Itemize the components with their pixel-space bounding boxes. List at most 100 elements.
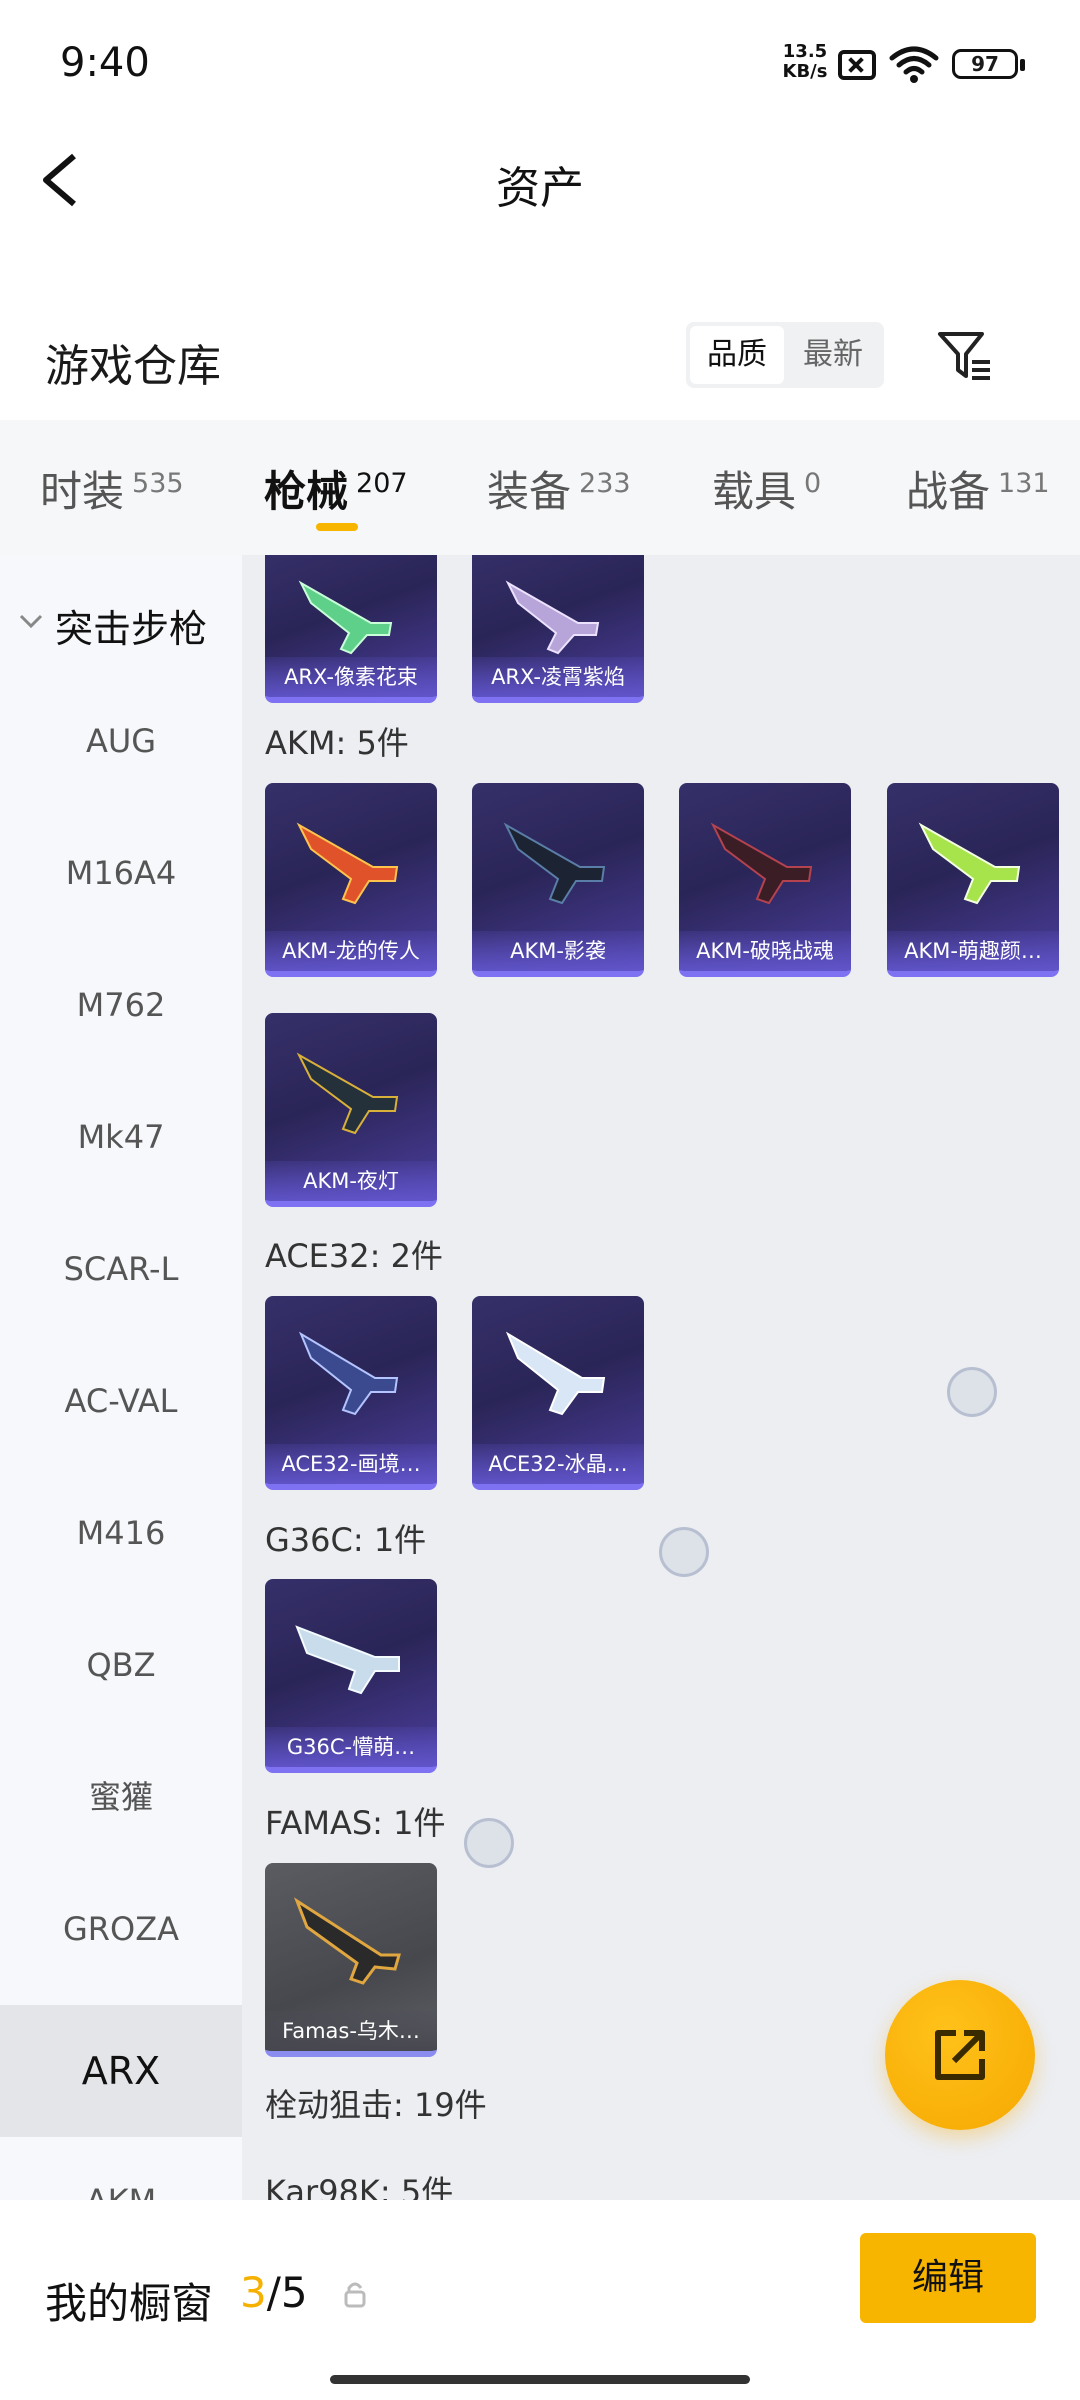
active-tab-indicator [316, 523, 358, 531]
sidebar-item-aug[interactable]: AUG [0, 675, 242, 807]
skin-card[interactable]: AKM-龙的传人 [265, 783, 437, 977]
tab-label: 载具 [712, 467, 797, 516]
tab-label: 时装 [40, 467, 125, 516]
rifle-skin-icon [710, 822, 813, 905]
skin-card-name: AKM-夜灯 [265, 1161, 437, 1201]
rifle-skin-icon [505, 1331, 606, 1416]
section-title-famas: FAMAS: 1件 [265, 1804, 446, 1842]
skin-card[interactable]: AKM-萌趣颜… [887, 783, 1059, 977]
showcase-current: 3 [240, 2268, 267, 2317]
status-time: 9:40 [60, 40, 150, 86]
skin-card[interactable]: ACE32-画境… [265, 1296, 437, 1490]
skin-card-name: ARX-凌霄紫焰 [472, 657, 644, 697]
battery-indicator: 97 [952, 49, 1025, 79]
sidebar-item-ac-val[interactable]: AC-VAL [0, 1335, 242, 1467]
sidebar-group-header[interactable]: 突击步枪 [0, 590, 242, 660]
sort-toggle: 品质 最新 [686, 322, 884, 388]
skin-card[interactable]: AKM-影袭 [472, 783, 644, 977]
rifle-skin-icon [918, 822, 1021, 905]
tab-label: 战备 [906, 467, 991, 516]
lock-icon [344, 2282, 366, 2308]
tab-count: 0 [804, 468, 822, 499]
touch-indicator [659, 1527, 709, 1577]
sidebar-item-mk47[interactable]: Mk47 [0, 1071, 242, 1203]
tab-label: 装备 [487, 467, 572, 516]
skin-card[interactable]: ARX-凌霄紫焰 [472, 555, 644, 703]
sidebar-item-m416[interactable]: M416 [0, 1467, 242, 1599]
warehouse-title: 游戏仓库 [45, 341, 221, 392]
page-title: 资产 [496, 163, 584, 214]
section-title-akm: AKM: 5件 [265, 724, 409, 762]
skin-card-name: AKM-龙的传人 [265, 931, 437, 971]
skin-card[interactable]: Famas-乌木… [265, 1863, 437, 2057]
share-fab-button[interactable] [885, 1980, 1035, 2130]
showcase-bar: 我的橱窗 3/5 编辑 [0, 2200, 1080, 2400]
tab-count: 233 [579, 468, 631, 499]
filter-icon[interactable] [930, 320, 1000, 390]
skin-card-name: Famas-乌木… [265, 2011, 437, 2051]
skin-card-name: ARX-像素花束 [265, 657, 437, 697]
network-speed-unit: KB/s [782, 61, 828, 82]
skin-card-name: AKM-影袭 [472, 931, 644, 971]
section-title-kar98k: Kar98K: 5件 [265, 2173, 454, 2200]
skin-card-name: G36C-懵萌… [265, 1727, 437, 1767]
skin-card[interactable]: ACE32-冰晶… [472, 1296, 644, 1490]
sidebar-group-label: 突击步枪 [55, 607, 208, 651]
tab-label: 枪械 [264, 467, 349, 516]
rifle-skin-icon [298, 1331, 399, 1416]
sidebar-item-m762[interactable]: M762 [0, 939, 242, 1071]
skin-card[interactable]: G36C-懵萌… [265, 1579, 437, 1773]
tab-supplies[interactable]: 战备 131 [906, 458, 1050, 528]
weapon-sidebar: 突击步枪 AUG M16A4 M762 Mk47 SCAR-L AC-VAL M… [0, 555, 242, 2200]
warehouse-bar: 游戏仓库 品质 最新 [0, 300, 1080, 420]
skin-card-name: AKM-萌趣颜… [887, 931, 1059, 971]
skin-card[interactable]: AKM-夜灯 [265, 1013, 437, 1207]
skin-card-name: ACE32-冰晶… [472, 1444, 644, 1484]
showcase-count: 3/5 [240, 2268, 308, 2317]
skin-card-name: AKM-破晓战魂 [679, 931, 851, 971]
share-icon [935, 2030, 985, 2080]
network-speed: 13.5 KB/s [775, 42, 835, 82]
rifle-skin-icon [298, 580, 393, 655]
rifle-skin-icon [296, 822, 399, 905]
showcase-total: /5 [266, 2268, 308, 2317]
tab-guns[interactable]: 枪械 207 [264, 458, 408, 528]
rifle-skin-icon [503, 822, 606, 905]
tab-count: 131 [998, 468, 1050, 499]
rifle-skin-icon [293, 1897, 401, 1985]
chevron-down-icon [19, 614, 43, 629]
edit-button[interactable]: 编辑 [860, 2233, 1036, 2323]
rifle-skin-icon [296, 1052, 399, 1135]
top-header: 资产 [0, 130, 1080, 230]
sort-newest-option[interactable]: 最新 [786, 326, 880, 384]
showcase-label: 我的橱窗 [45, 2279, 214, 2328]
section-title-sniper: 栓动狙击: 19件 [265, 2086, 487, 2124]
app-screen: 9:40 13.5 KB/s 97 资产 游戏仓库 品质 最新 时装 535 枪… [0, 0, 1080, 2400]
sidebar-item-honey-badger[interactable]: 蜜獾 [0, 1731, 242, 1863]
section-title-ace32: ACE32: 2件 [265, 1237, 443, 1275]
home-indicator [330, 2375, 750, 2384]
category-tabs: 时装 535 枪械 207 装备 233 载具 0 战备 131 [0, 420, 1080, 555]
touch-indicator [464, 1818, 514, 1868]
sidebar-item-qbz[interactable]: QBZ [0, 1599, 242, 1731]
sidebar-item-m16a4[interactable]: M16A4 [0, 807, 242, 939]
sidebar-item-scar-l[interactable]: SCAR-L [0, 1203, 242, 1335]
rifle-skin-icon [505, 580, 600, 655]
network-speed-value: 13.5 [782, 41, 828, 62]
skin-card[interactable]: AKM-破晓战魂 [679, 783, 851, 977]
touch-indicator [947, 1367, 997, 1417]
tab-equipment[interactable]: 装备 233 [487, 458, 631, 528]
status-bar: 9:40 13.5 KB/s 97 [0, 0, 1080, 130]
skin-card[interactable]: ARX-像素花束 [265, 555, 437, 703]
section-title-g36c: G36C: 1件 [265, 1521, 427, 1559]
tab-fashion[interactable]: 时装 535 [40, 458, 184, 528]
tab-count: 207 [356, 468, 408, 499]
tab-vehicles[interactable]: 载具 0 [712, 458, 821, 528]
sidebar-item-groza[interactable]: GROZA [0, 1863, 242, 1995]
no-sim-icon [838, 50, 876, 80]
wifi-icon [889, 46, 939, 83]
sidebar-item-arx[interactable]: ARX [0, 2005, 242, 2137]
sidebar-item-akm[interactable]: AKM [0, 2135, 242, 2200]
sort-quality-option[interactable]: 品质 [690, 326, 784, 384]
skin-card-name: ACE32-画境… [265, 1444, 437, 1484]
